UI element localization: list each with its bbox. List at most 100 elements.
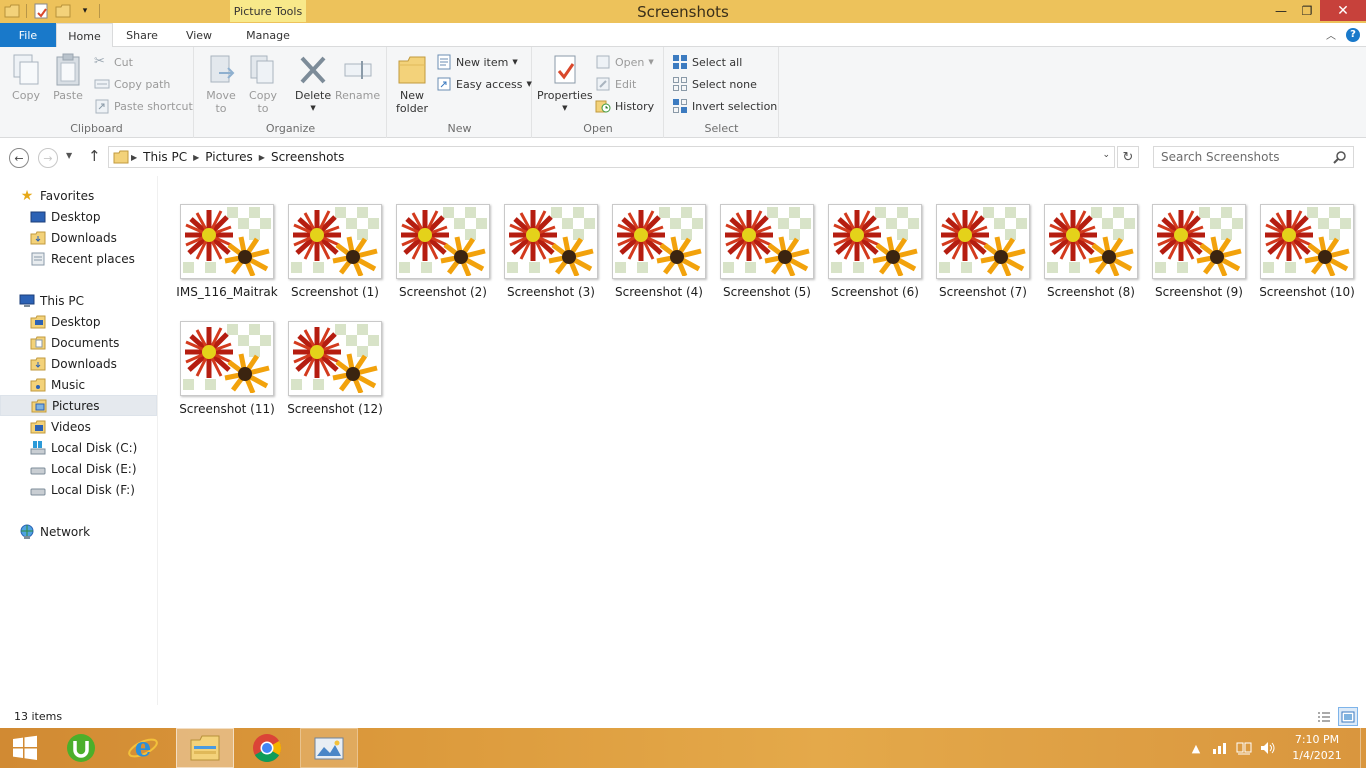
search-icon[interactable]	[1333, 150, 1347, 164]
file-item[interactable]: Screenshot (10)	[1254, 204, 1360, 314]
file-explorer-taskbar-button[interactable]	[176, 728, 234, 768]
file-item[interactable]: Screenshot (2)	[390, 204, 496, 314]
recent-locations-icon[interactable]: ▼	[66, 151, 72, 160]
nav-recent-places[interactable]: Recent places	[0, 248, 157, 269]
forward-button[interactable]: →	[38, 148, 58, 168]
new-group-label: New	[447, 122, 472, 135]
internet-explorer-taskbar-button[interactable]: e	[114, 728, 172, 768]
utorrent-taskbar-button[interactable]	[52, 728, 110, 768]
address-bar[interactable]: ▶ This PC ▶ Pictures ▶ Screenshots ⌄	[108, 146, 1115, 168]
organize-group-label: Organize	[265, 122, 316, 135]
nav-favorites[interactable]: ★ Favorites	[0, 185, 157, 206]
file-item[interactable]: Screenshot (3)	[498, 204, 604, 314]
nav-network[interactable]: Network	[0, 521, 157, 542]
show-hidden-icons-icon[interactable]: ▲	[1186, 738, 1206, 758]
file-item[interactable]: Screenshot (6)	[822, 204, 928, 314]
tab-file[interactable]: File	[0, 23, 56, 47]
open-button[interactable]: Open ▼	[595, 53, 654, 71]
history-button[interactable]: History	[595, 97, 654, 115]
file-item[interactable]: Screenshot (9)	[1146, 204, 1252, 314]
breadcrumb-chevron-icon[interactable]: ▶	[193, 153, 199, 162]
move-to-button[interactable]: Move to	[205, 53, 237, 115]
easy-access-button[interactable]: Easy access ▼	[436, 75, 532, 93]
nav-pictures[interactable]: Pictures	[0, 395, 157, 416]
tab-manage[interactable]: Manage	[231, 23, 305, 47]
clock[interactable]: 7:10 PM 1/4/2021	[1282, 732, 1352, 764]
nav-downloads[interactable]: Downloads	[0, 353, 157, 374]
breadcrumb-screenshots[interactable]: Screenshots	[271, 150, 344, 164]
copy-path-button[interactable]: Copy path	[94, 75, 170, 93]
select-all-button[interactable]: Select all	[672, 53, 742, 71]
flower-thumbnail-icon	[291, 324, 379, 394]
properties-icon[interactable]	[33, 3, 49, 19]
paste-button[interactable]: Paste	[52, 53, 84, 102]
new-folder-icon[interactable]	[55, 3, 71, 19]
copy-button[interactable]: Copy	[10, 53, 42, 102]
file-item[interactable]: Screenshot (4)	[606, 204, 712, 314]
invert-selection-button[interactable]: Invert selection	[672, 97, 777, 115]
nav-local-disk-f[interactable]: Local Disk (F:)	[0, 479, 157, 500]
search-input[interactable]	[1161, 150, 1331, 164]
network-status-icon[interactable]	[1234, 738, 1254, 758]
refresh-button[interactable]: ↻	[1117, 146, 1139, 168]
nav-documents[interactable]: Documents	[0, 332, 157, 353]
properties-button[interactable]: Properties ▼	[537, 53, 593, 115]
show-desktop-button[interactable]	[1360, 728, 1366, 768]
file-item[interactable]: Screenshot (11)	[174, 321, 280, 431]
chevron-down-icon[interactable]: ⌄	[1102, 150, 1110, 160]
cut-button[interactable]: ✂ Cut	[94, 53, 133, 71]
edit-button[interactable]: Edit	[595, 75, 636, 93]
maximize-button[interactable]: ❐	[1294, 0, 1320, 21]
action-center-icon[interactable]	[1210, 738, 1230, 758]
close-button[interactable]: ✕	[1320, 0, 1366, 21]
file-item[interactable]: Screenshot (7)	[930, 204, 1036, 314]
chrome-taskbar-button[interactable]	[238, 728, 296, 768]
file-item[interactable]: IMS_116_Maitrak	[174, 204, 280, 314]
file-item[interactable]: Screenshot (12)	[282, 321, 388, 431]
breadcrumb-this-pc[interactable]: This PC	[143, 150, 187, 164]
minimize-button[interactable]: —	[1268, 0, 1294, 21]
rename-button[interactable]: Rename	[335, 53, 380, 102]
nav-this-pc[interactable]: This PC	[0, 290, 157, 311]
copy-to-button[interactable]: Copy to	[247, 53, 279, 115]
back-button[interactable]: ←	[9, 148, 29, 168]
breadcrumb-pictures[interactable]: Pictures	[205, 150, 253, 164]
tab-view[interactable]: View	[171, 23, 227, 47]
nav-videos[interactable]: Videos	[0, 416, 157, 437]
help-icon[interactable]: ?	[1346, 27, 1360, 42]
nav-local-disk-e[interactable]: Local Disk (E:)	[0, 458, 157, 479]
breadcrumb-chevron-icon[interactable]: ▶	[259, 153, 265, 162]
new-folder-button[interactable]: New folder	[396, 53, 428, 115]
nav-favorites-downloads[interactable]: Downloads	[0, 227, 157, 248]
select-none-button[interactable]: Select none	[672, 75, 757, 93]
collapse-ribbon-icon[interactable]: ︿	[1326, 27, 1336, 42]
file-item[interactable]: Screenshot (1)	[282, 204, 388, 314]
windows-logo-icon	[13, 735, 37, 760]
file-item[interactable]: Screenshot (5)	[714, 204, 820, 314]
file-item[interactable]: Screenshot (8)	[1038, 204, 1144, 314]
folder-small-icon[interactable]	[4, 3, 20, 19]
tab-home[interactable]: Home	[56, 23, 113, 48]
volume-icon[interactable]	[1258, 738, 1278, 758]
details-view-button[interactable]	[1314, 707, 1334, 726]
tab-share[interactable]: Share	[114, 23, 170, 47]
new-item-button[interactable]: New item ▼	[436, 53, 518, 71]
open-label: Open	[615, 55, 645, 69]
file-name: Screenshot (11)	[179, 402, 275, 416]
copy-icon	[13, 54, 39, 85]
up-arrow-icon[interactable]: ↑	[88, 147, 101, 165]
start-button[interactable]	[0, 728, 50, 768]
delete-button[interactable]: Delete ▼	[295, 53, 331, 115]
nav-music[interactable]: Music	[0, 374, 157, 395]
nav-local-disk-c[interactable]: Local Disk (C:)	[0, 437, 157, 458]
clock-date: 1/4/2021	[1292, 749, 1342, 762]
nav-desktop[interactable]: Desktop	[0, 311, 157, 332]
large-icons-view-button[interactable]	[1338, 707, 1358, 726]
quick-access-toolbar: ▾	[4, 3, 100, 19]
photo-app-taskbar-button[interactable]	[300, 728, 358, 768]
customize-qat-icon[interactable]: ▾	[77, 3, 93, 19]
recent-places-icon	[31, 252, 45, 265]
nav-favorites-desktop[interactable]: Desktop	[0, 206, 157, 227]
paste-shortcut-button[interactable]: Paste shortcut	[94, 97, 193, 115]
breadcrumb-chevron-icon[interactable]: ▶	[131, 153, 137, 162]
